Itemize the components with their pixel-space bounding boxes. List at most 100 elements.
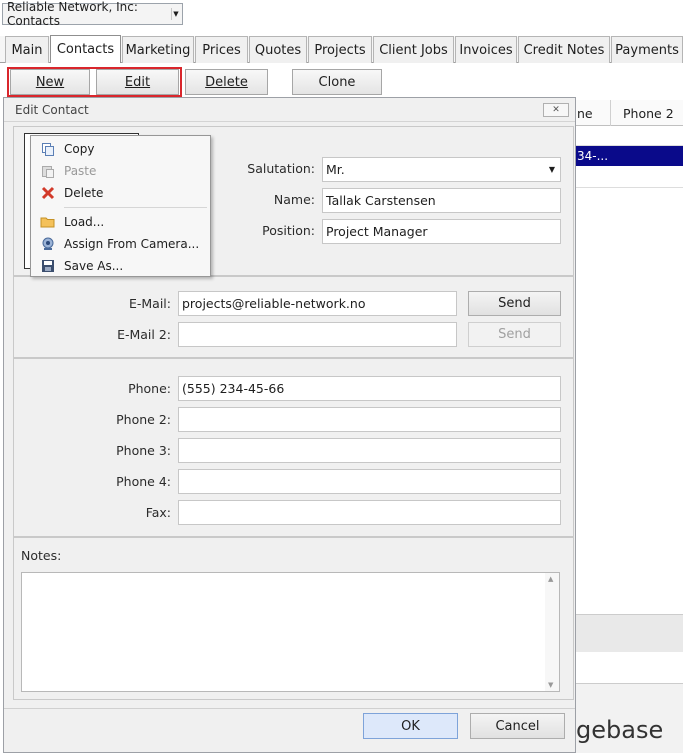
folder-icon bbox=[32, 215, 64, 229]
menu-label: Paste bbox=[64, 164, 97, 178]
email2-field[interactable] bbox=[178, 322, 457, 347]
grid-divider bbox=[610, 100, 611, 126]
tab-contacts[interactable]: Contacts bbox=[50, 35, 121, 63]
chevron-down-icon: ▼ bbox=[548, 165, 555, 174]
menu-separator bbox=[64, 207, 207, 208]
menu-label: Copy bbox=[64, 142, 95, 156]
paste-icon bbox=[32, 164, 64, 178]
scroll-down-icon[interactable]: ▼ bbox=[548, 681, 553, 689]
grid-cell-phone: 34-... bbox=[577, 149, 609, 163]
tab-quotes[interactable]: Quotes bbox=[249, 36, 307, 63]
phone3-label: Phone 3: bbox=[116, 443, 171, 458]
menu-item-save-as[interactable]: Save As... bbox=[32, 255, 209, 277]
tab-bar: Main Contacts Marketing Prices Quotes Pr… bbox=[0, 35, 683, 63]
delete-label: Delete bbox=[205, 74, 248, 90]
menu-item-copy[interactable]: Copy bbox=[32, 138, 209, 160]
tab-projects[interactable]: Projects bbox=[308, 36, 372, 63]
close-icon: ✕ bbox=[552, 105, 560, 115]
tab-payments[interactable]: Payments bbox=[611, 36, 683, 63]
tab-label: Payments bbox=[615, 42, 679, 58]
email-value: projects@reliable-network.no bbox=[182, 296, 366, 311]
email-label: E-Mail: bbox=[128, 296, 171, 311]
position-value: Project Manager bbox=[326, 224, 428, 239]
phone4-label: Phone 4: bbox=[116, 474, 171, 489]
close-button[interactable]: ✕ bbox=[543, 103, 569, 117]
salutation-value: Mr. bbox=[326, 162, 345, 177]
send-email2-button[interactable]: Send bbox=[468, 322, 561, 347]
tab-main[interactable]: Main bbox=[5, 36, 49, 63]
position-label: Position: bbox=[262, 223, 315, 238]
window-title-dropdown[interactable]: Reliable Network, Inc: Contacts ▼ bbox=[2, 0, 183, 28]
tab-invoices[interactable]: Invoices bbox=[455, 36, 517, 63]
grid-col-phone2[interactable]: Phone 2 bbox=[623, 106, 674, 121]
menu-item-paste[interactable]: Paste bbox=[32, 160, 209, 182]
menu-label: Assign From Camera... bbox=[64, 237, 200, 251]
grid-row[interactable] bbox=[568, 126, 683, 146]
tab-client-jobs[interactable]: Client Jobs bbox=[373, 36, 454, 63]
window-title: Reliable Network, Inc: Contacts bbox=[7, 0, 138, 28]
ok-button[interactable]: OK bbox=[363, 713, 458, 739]
tab-label: Main bbox=[11, 42, 43, 58]
grid-row[interactable] bbox=[568, 166, 683, 188]
notes-panel: Notes: ▲ ▼ bbox=[13, 537, 574, 700]
new-label: New bbox=[35, 74, 65, 90]
notes-label: Notes: bbox=[21, 548, 62, 563]
tab-label: Contacts bbox=[56, 42, 115, 57]
grid-footer bbox=[576, 614, 683, 652]
menu-label: Delete bbox=[64, 186, 104, 200]
phone-value: (555) 234-45-66 bbox=[182, 381, 285, 396]
dialog-titlebar: Edit Contact ✕ bbox=[4, 98, 575, 122]
grid-header: ne Phone 2 bbox=[568, 100, 683, 126]
edit-button[interactable]: Edit bbox=[96, 69, 179, 95]
edit-label: Edit bbox=[124, 74, 151, 90]
clone-button[interactable]: Clone bbox=[292, 69, 382, 95]
tab-label: Invoices bbox=[459, 42, 513, 58]
tab-credit-notes[interactable]: Credit Notes bbox=[518, 36, 610, 63]
email2-label: E-Mail 2: bbox=[117, 327, 171, 342]
notes-textarea[interactable]: ▲ ▼ bbox=[21, 572, 560, 692]
email-field[interactable]: projects@reliable-network.no bbox=[178, 291, 457, 316]
cancel-button[interactable]: Cancel bbox=[470, 713, 565, 739]
save-icon bbox=[32, 259, 64, 273]
tab-label: Projects bbox=[314, 42, 366, 58]
tab-label: Client Jobs bbox=[379, 42, 448, 58]
grid-row-selected[interactable]: 34-... bbox=[573, 146, 683, 166]
email-panel: E-Mail: projects@reliable-network.no Sen… bbox=[13, 276, 574, 358]
menu-label: Save As... bbox=[64, 259, 124, 273]
context-menu: Copy Paste Delete Load... Assign From Ca… bbox=[30, 135, 211, 277]
phone3-field[interactable] bbox=[178, 438, 561, 463]
name-value: Tallak Carstensen bbox=[326, 193, 436, 208]
copy-icon bbox=[32, 142, 64, 156]
name-label: Name: bbox=[273, 192, 315, 207]
notes-scrollbar[interactable]: ▲ ▼ bbox=[545, 573, 559, 691]
salutation-label: Salutation: bbox=[247, 161, 315, 176]
position-field[interactable]: Project Manager bbox=[322, 219, 561, 244]
ok-label: OK bbox=[401, 718, 420, 734]
tab-label: Marketing bbox=[125, 42, 191, 58]
clone-label: Clone bbox=[318, 74, 356, 90]
new-button[interactable]: New bbox=[10, 69, 90, 95]
footer-divider bbox=[4, 708, 575, 709]
salutation-select[interactable]: Mr. ▼ bbox=[322, 157, 561, 182]
name-field[interactable]: Tallak Carstensen bbox=[322, 188, 561, 213]
watermark: gebase bbox=[576, 716, 664, 744]
menu-item-load[interactable]: Load... bbox=[32, 211, 209, 233]
delete-icon bbox=[32, 186, 64, 200]
send-email-button[interactable]: Send bbox=[468, 291, 561, 316]
phone-field[interactable]: (555) 234-45-66 bbox=[178, 376, 561, 401]
phone2-field[interactable] bbox=[178, 407, 561, 432]
fax-field[interactable] bbox=[178, 500, 561, 525]
tab-marketing[interactable]: Marketing bbox=[122, 36, 194, 63]
menu-label: Load... bbox=[64, 215, 105, 229]
phone-label: Phone: bbox=[128, 381, 171, 396]
fax-label: Fax: bbox=[145, 505, 171, 520]
menu-item-assign-from-camera[interactable]: Assign From Camera... bbox=[32, 233, 209, 255]
send-label: Send bbox=[498, 327, 531, 342]
phone4-field[interactable] bbox=[178, 469, 561, 494]
scroll-up-icon[interactable]: ▲ bbox=[548, 575, 553, 583]
dialog-title: Edit Contact bbox=[15, 102, 89, 117]
menu-item-delete[interactable]: Delete bbox=[32, 182, 209, 204]
tab-prices[interactable]: Prices bbox=[195, 36, 248, 63]
delete-button[interactable]: Delete bbox=[185, 69, 268, 95]
phone-panel: Phone: (555) 234-45-66 Phone 2: Phone 3:… bbox=[13, 358, 574, 537]
